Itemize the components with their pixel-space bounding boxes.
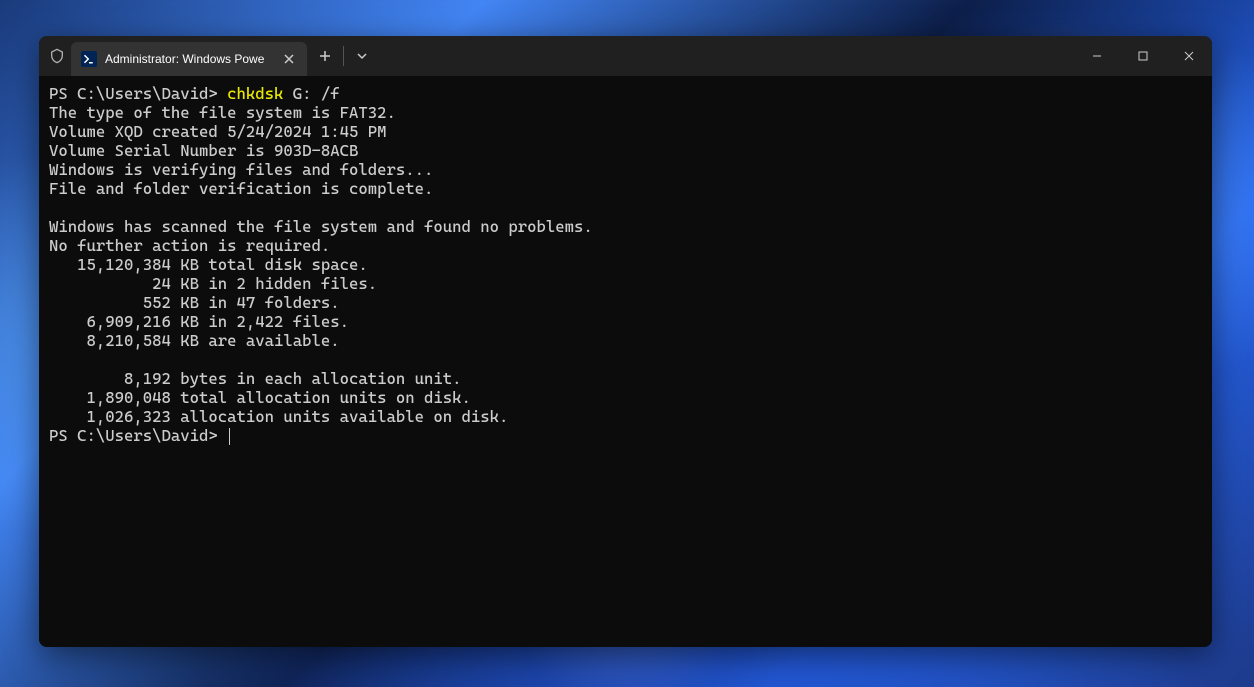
output-line: No further action is required. [49,236,330,255]
output-line: 24 KB in 2 hidden files. [49,274,377,293]
close-window-button[interactable] [1166,36,1212,76]
close-icon [284,54,294,64]
title-bar[interactable]: Administrator: Windows Powe [39,36,1212,76]
tabs-area: Administrator: Windows Powe [71,36,380,76]
minimize-icon [1092,51,1102,61]
output-line: 1,890,048 total allocation units on disk… [49,388,471,407]
terminal-body[interactable]: PS C:\Users\David> chkdsk G: /f The type… [39,76,1212,647]
prompt: PS C:\Users\David> [49,84,227,103]
powershell-icon [81,51,97,67]
new-tab-button[interactable] [307,36,343,76]
tab-title: Administrator: Windows Powe [105,52,275,66]
command-args: G: /f [283,84,339,103]
output-line: Volume XQD created 5/24/2024 1:45 PM [49,122,387,141]
minimize-button[interactable] [1074,36,1120,76]
plus-icon [319,50,331,62]
prompt: PS C:\Users\David> [49,426,227,445]
output-line: 8,210,584 KB are available. [49,331,340,350]
output-line: 1,026,323 allocation units available on … [49,407,508,426]
output-line: 552 KB in 47 folders. [49,293,340,312]
command: chkdsk [227,84,283,103]
output-line: Windows has scanned the file system and … [49,217,593,236]
admin-shield-icon [49,48,65,64]
maximize-icon [1138,51,1148,61]
active-tab[interactable]: Administrator: Windows Powe [71,42,307,76]
output-line: Windows is verifying files and folders..… [49,160,433,179]
output-line: File and folder verification is complete… [49,179,433,198]
cursor [229,428,230,445]
output-line: 15,120,384 KB total disk space. [49,255,368,274]
tab-dropdown-button[interactable] [344,36,380,76]
output-line: 8,192 bytes in each allocation unit. [49,369,462,388]
maximize-button[interactable] [1120,36,1166,76]
output-line: Volume Serial Number is 903D-8ACB [49,141,358,160]
terminal-window: Administrator: Windows Powe [39,36,1212,647]
output-line: The type of the file system is FAT32. [49,103,396,122]
output-line: 6,909,216 KB in 2,422 files. [49,312,349,331]
chevron-down-icon [356,50,368,62]
close-icon [1184,51,1194,61]
window-controls [1074,36,1212,76]
close-tab-button[interactable] [281,51,297,67]
